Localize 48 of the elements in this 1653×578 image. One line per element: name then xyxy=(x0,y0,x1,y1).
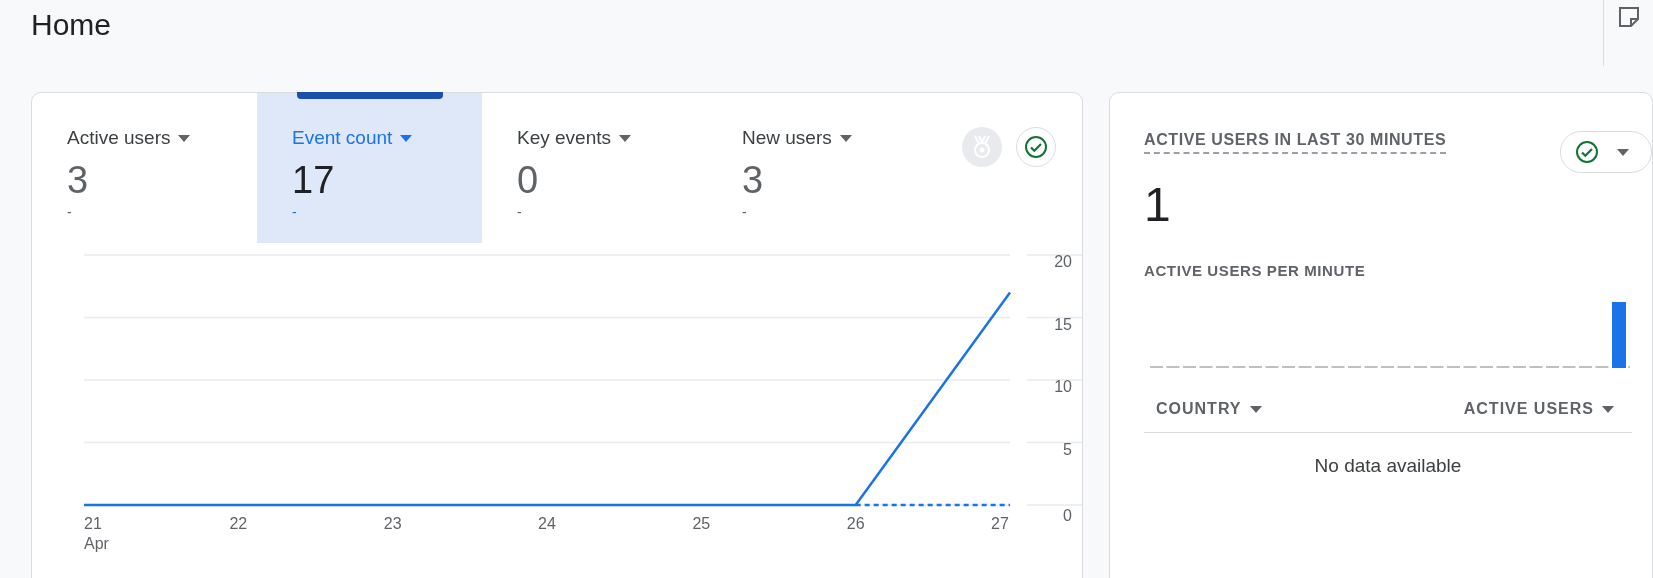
metric-tab[interactable]: Event count 17 - xyxy=(257,93,482,243)
realtime-value: 1 xyxy=(1144,177,1171,232)
check-circle-icon xyxy=(1575,140,1599,164)
caret-icon xyxy=(400,134,413,142)
metric-tab[interactable]: New users 3 - xyxy=(707,93,932,243)
note-icon[interactable] xyxy=(1617,6,1640,28)
x-axis-label: 24 xyxy=(538,515,556,532)
x-axis-label: 23 xyxy=(383,515,402,532)
x-axis-label: 25 xyxy=(692,515,711,532)
column-header[interactable]: ACTIVE USERS xyxy=(1463,400,1614,418)
x-axis-label: Apr xyxy=(84,535,109,552)
metric-label[interactable]: New users xyxy=(742,127,852,149)
empty-message: No data available xyxy=(1314,455,1462,476)
caret-icon xyxy=(1617,148,1629,156)
y-axis-label: 10 xyxy=(1054,378,1072,395)
metric-change: - xyxy=(67,204,72,220)
caret-icon xyxy=(1602,405,1614,413)
x-axis-label: 22 xyxy=(229,515,248,532)
check-circle-icon xyxy=(1024,135,1048,159)
per-minute-title: ACTIVE USERS PER MINUTE xyxy=(1144,262,1366,279)
status-check-button[interactable] xyxy=(1016,127,1056,167)
metric-tab[interactable]: Active users 3 - xyxy=(32,93,257,243)
y-axis-label: 20 xyxy=(1054,253,1072,270)
metric-value: 3 xyxy=(742,159,764,202)
caret-icon xyxy=(178,134,191,142)
caret-icon xyxy=(619,134,631,142)
metric-value: 3 xyxy=(67,159,89,202)
metric-label[interactable]: Active users xyxy=(67,127,191,149)
x-axis-label: 21 xyxy=(84,515,102,532)
status-dropdown[interactable] xyxy=(1560,131,1652,173)
page-title: Home xyxy=(31,8,113,42)
realtime-title[interactable]: ACTIVE USERS IN LAST 30 MINUTES xyxy=(1144,131,1447,154)
metric-value: 17 xyxy=(292,159,335,202)
metric-label[interactable]: Event count xyxy=(292,127,413,149)
x-axis-label: 27 xyxy=(991,515,1009,532)
metric-label[interactable]: Key events xyxy=(517,127,631,149)
y-axis-label: 0 xyxy=(1063,507,1072,524)
column-header[interactable]: COUNTRY xyxy=(1156,400,1262,418)
x-axis-label: 26 xyxy=(846,515,865,532)
metric-tab[interactable]: Key events 0 - xyxy=(482,93,707,243)
caret-icon xyxy=(839,134,852,142)
caret-icon xyxy=(1249,405,1262,413)
y-axis-label: 15 xyxy=(1054,315,1072,333)
metric-value: 0 xyxy=(517,159,539,202)
metric-change: - xyxy=(517,204,522,220)
y-axis-label: 5 xyxy=(1063,440,1072,458)
metric-change: - xyxy=(292,204,297,220)
metric-change: - xyxy=(742,204,747,220)
